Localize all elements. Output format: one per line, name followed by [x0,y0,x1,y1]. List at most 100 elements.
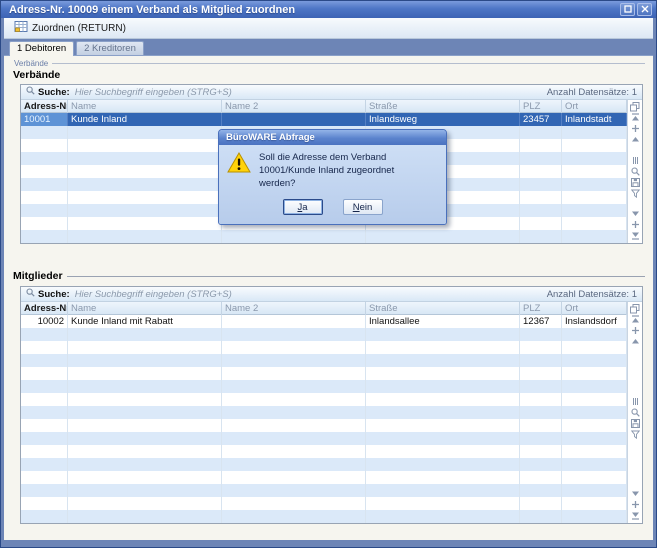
cell-adress_nr [21,178,68,191]
restore-button[interactable] [620,3,635,16]
column-header-ort[interactable]: Ort [562,302,627,315]
copy-icon[interactable] [630,101,640,112]
column-header-strasse[interactable]: Straße [366,302,520,315]
cell-name2 [222,341,366,354]
mitglieder-empty-row[interactable] [21,328,627,341]
cell-strasse [366,458,520,471]
cell-plz [520,217,562,230]
close-button[interactable] [637,3,652,16]
mitglieder-empty-row[interactable] [21,393,627,406]
mitglieder-empty-row[interactable] [21,406,627,419]
cell-plz [520,152,562,165]
scroll-top-icon[interactable] [631,314,640,325]
mitglieder-empty-row[interactable] [21,484,627,497]
cell-ort [562,126,627,139]
mitglieder-empty-row[interactable] [21,497,627,510]
cell-strasse [366,432,520,445]
window-title: Adress-Nr. 10009 einem Verband als Mitgl… [9,4,618,16]
column-header-name2[interactable]: Name 2 [222,302,366,315]
row-up-icon[interactable] [631,325,640,336]
row-down-icon[interactable] [631,219,640,230]
verbaende-empty-row[interactable] [21,230,627,243]
verbaende-data-row[interactable]: 10001Kunde InlandInlandsweg23457Inlandst… [21,113,627,126]
mitglieder-empty-row[interactable] [21,419,627,432]
mitglieder-empty-row[interactable] [21,471,627,484]
main-window: Adress-Nr. 10009 einem Verband als Mitgl… [0,0,657,548]
step-down-icon[interactable] [631,488,640,499]
column-header-adress_nr[interactable]: Adress-Nr. [21,100,68,113]
column-header-name2[interactable]: Name 2 [222,100,366,113]
cell-name [68,510,222,523]
mitglieder-table-body: Adress-Nr.NameName 2StraßePLZOrt10002Kun… [21,302,642,523]
mitglieder-empty-row[interactable] [21,341,627,354]
mitglieder-empty-row[interactable] [21,445,627,458]
cell-name [68,126,222,139]
cell-name2 [222,497,366,510]
mitglieder-search-bar[interactable]: Suche: Hier Suchbegriff eingeben (STRG+S… [21,287,642,302]
cell-strasse [366,445,520,458]
mitglieder-empty-row[interactable] [21,380,627,393]
cell-adress_nr [21,406,68,419]
scroll-top-icon[interactable] [631,112,640,123]
cell-adress_nr [21,204,68,217]
column-header-strasse[interactable]: Straße [366,100,520,113]
cell-name [68,367,222,380]
step-up-icon[interactable] [631,336,640,347]
mitglieder-empty-row[interactable] [21,367,627,380]
step-down-icon[interactable] [631,208,640,219]
verbaende-search-bar[interactable]: Suche: Hier Suchbegriff eingeben (STRG+S… [21,85,642,100]
zoom-icon[interactable] [631,407,640,418]
yes-button[interactable]: Ja [283,199,323,215]
toolbar: Zuordnen (RETURN) [4,18,653,39]
mitglieder-header-row: Adress-Nr.NameName 2StraßePLZOrt [21,302,627,315]
filter-icon[interactable] [631,188,640,199]
column-header-plz[interactable]: PLZ [520,302,562,315]
mitglieder-empty-row[interactable] [21,458,627,471]
mitglieder-empty-row[interactable] [21,354,627,367]
step-up-icon[interactable] [631,134,640,145]
filter-icon[interactable] [631,429,640,440]
zoom-icon[interactable] [631,166,640,177]
cell-plz [520,204,562,217]
columns-icon[interactable] [631,396,640,407]
cell-strasse [366,354,520,367]
row-up-icon[interactable] [631,123,640,134]
column-header-plz[interactable]: PLZ [520,100,562,113]
cell-name2 [222,230,366,243]
cell-strasse [366,341,520,354]
verbaende-legend-text: Verbände [14,59,48,68]
verbaende-heading: Verbände [13,69,653,81]
save-icon[interactable] [631,177,640,188]
cell-name [68,178,222,191]
cell-name [68,393,222,406]
cell-strasse [366,328,520,341]
mitglieder-empty-row[interactable] [21,432,627,445]
mitglieder-data-row[interactable]: 10002Kunde Inland mit RabattInlandsallee… [21,315,627,328]
cell-adress_nr [21,367,68,380]
warning-icon [227,152,251,178]
scroll-bottom-icon[interactable] [631,510,640,521]
column-header-name[interactable]: Name [68,100,222,113]
cell-ort [562,191,627,204]
mitglieder-empty-row[interactable] [21,510,627,523]
copy-icon[interactable] [630,303,640,314]
cell-plz [520,380,562,393]
cell-adress_nr: 10001 [21,113,68,126]
tab-band: 1 Debitoren 2 Kreditoren [4,39,653,55]
search-label: Suche: [38,87,70,98]
cell-name [68,380,222,393]
column-header-name[interactable]: Name [68,302,222,315]
cell-adress_nr [21,165,68,178]
assign-button[interactable]: Zuordnen (RETURN) [10,19,130,37]
no-button[interactable]: Nein [343,199,383,215]
cell-name2 [222,445,366,458]
column-header-ort[interactable]: Ort [562,100,627,113]
tab-kreditoren[interactable]: 2 Kreditoren [76,41,144,55]
row-down-icon[interactable] [631,499,640,510]
column-header-adress_nr[interactable]: Adress-Nr. [21,302,68,315]
columns-icon[interactable] [631,155,640,166]
save-icon[interactable] [631,418,640,429]
tab-debitoren[interactable]: 1 Debitoren [9,41,74,56]
scroll-bottom-icon[interactable] [631,230,640,241]
search-label: Suche: [38,289,70,300]
